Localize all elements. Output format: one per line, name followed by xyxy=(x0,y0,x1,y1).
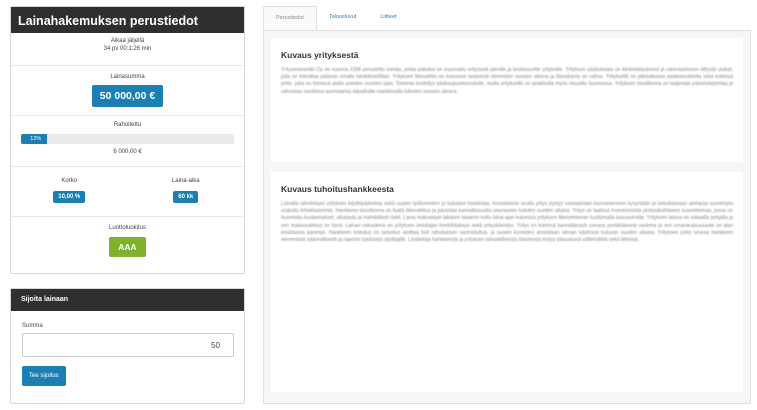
credit-rating-row: Luottoluokitus AAA xyxy=(11,217,244,272)
company-description-text: Yritysesimerkki Oy on vuonna 1998 perust… xyxy=(281,67,733,95)
tab-financials[interactable]: Talousluvut xyxy=(317,6,369,30)
project-description-card: Kuvaus tuhoitushankkeesta Lainalla rahoi… xyxy=(271,172,743,392)
loan-term: Laina-aika 60 kk xyxy=(151,177,221,216)
invest-button[interactable]: Tee sijoitus xyxy=(22,366,66,386)
tab-attachments[interactable]: Liitteet xyxy=(368,6,408,30)
time-remaining-value: 34 pv 00:1:26 min xyxy=(103,46,152,52)
company-description-card: Kuvaus yrityksestä Yritysesimerkki Oy on… xyxy=(271,38,743,162)
interest-rate: Korko 10,00 % xyxy=(34,177,104,216)
funded-progress-fill: 12% xyxy=(21,134,47,144)
invest-form: Summa Tee sijoitus xyxy=(11,311,244,398)
invest-title: Sijoita lainaan xyxy=(11,289,244,311)
funded-progress-bar: 12% xyxy=(21,134,234,144)
project-description-title: Kuvaus tuhoitushankkeesta xyxy=(281,184,394,194)
loan-summary-title: Lainahakemuksen perustiedot xyxy=(11,7,244,33)
sum-input[interactable] xyxy=(22,333,234,357)
loan-amount-badge: 50 000,00 € xyxy=(91,85,164,107)
time-remaining-row: Aikaa jäljellä 34 pv 00:1:26 min xyxy=(11,33,244,66)
funded-sum: 6 000,00 € xyxy=(113,149,142,155)
invest-panel: Sijoita lainaan Summa Tee sijoitus xyxy=(10,288,245,404)
detail-tabs: Perustiedot Talousluvut Liitteet xyxy=(263,6,751,30)
loan-term-badge: 60 kk xyxy=(173,191,199,203)
tab-basic-info[interactable]: Perustiedot xyxy=(263,6,317,30)
loan-term-label: Laina-aika xyxy=(171,178,200,184)
funded-label: Rahoitettu xyxy=(113,122,142,128)
tab-content: Kuvaus yrityksestä Yritysesimerkki Oy on… xyxy=(263,30,751,404)
project-description-text: Lainalla rahoitetaan yrityksen käyttöpää… xyxy=(281,201,733,244)
loan-summary-panel: Lainahakemuksen perustiedot Aikaa jäljel… xyxy=(10,6,245,274)
credit-rating-badge: AAA xyxy=(109,237,146,257)
time-remaining-label: Aikaa jäljellä xyxy=(110,38,145,44)
interest-rate-label: Korko xyxy=(61,178,78,184)
sum-label: Summa xyxy=(22,323,43,329)
loan-amount-label: Lainasumma xyxy=(110,74,145,80)
company-description-title: Kuvaus yrityksestä xyxy=(281,50,359,60)
funded-row: Rahoitettu 12% 6 000,00 € xyxy=(11,116,244,167)
loan-amount-row: Lainasumma 50 000,00 € xyxy=(11,66,244,116)
credit-rating-label: Luottoluokitus xyxy=(108,225,147,231)
interest-rate-badge: 10,00 % xyxy=(53,191,86,203)
rates-row: Korko 10,00 % Laina-aika 60 kk xyxy=(11,167,244,217)
